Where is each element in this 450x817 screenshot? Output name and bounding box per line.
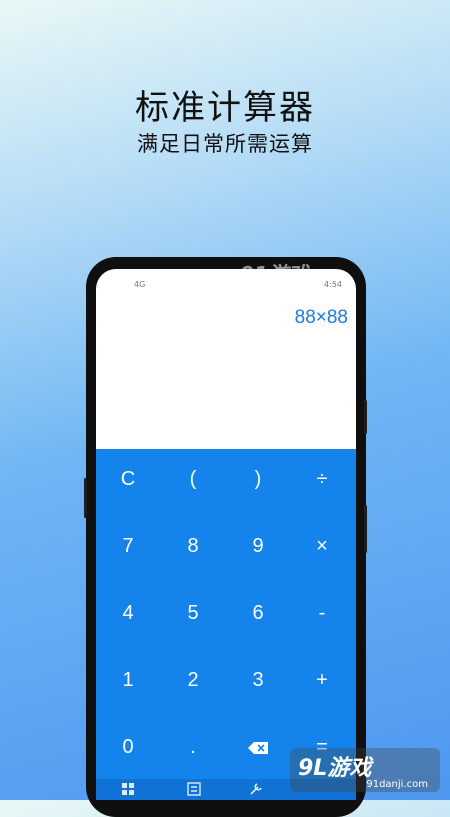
phone-side-button	[364, 400, 367, 434]
expression-display: 88×88	[294, 307, 348, 328]
key-multiply[interactable]: ×	[290, 520, 354, 572]
key-minus[interactable]: -	[290, 587, 354, 639]
key-7[interactable]: 7	[96, 520, 160, 572]
key-6[interactable]: 6	[226, 587, 290, 639]
key-decimal[interactable]: .	[161, 721, 225, 773]
tools-icon[interactable]	[248, 782, 264, 798]
calculator-icon[interactable]	[120, 782, 136, 798]
key-4[interactable]: 4	[96, 587, 160, 639]
key-plus[interactable]: +	[290, 654, 354, 706]
key-1[interactable]: 1	[96, 654, 160, 706]
key-3[interactable]: 3	[226, 654, 290, 706]
status-time: 4:54	[324, 280, 342, 289]
key-divide[interactable]: ÷	[290, 453, 354, 505]
phone-side-button	[84, 478, 87, 518]
phone-screen: 4G 4:54 88×88 C ( ) ÷ 7 8 9 × 4 5 6 - 1 …	[96, 269, 356, 800]
watermark-url: 91danji.com	[366, 779, 428, 790]
key-9[interactable]: 9	[226, 520, 290, 572]
key-backspace[interactable]	[226, 721, 290, 773]
phone-side-button	[364, 505, 367, 553]
scientific-icon[interactable]	[186, 782, 202, 798]
key-close-paren[interactable]: )	[226, 453, 290, 505]
watermark-brand: 9L游戏	[298, 756, 372, 781]
backspace-icon	[248, 741, 268, 754]
key-5[interactable]: 5	[161, 587, 225, 639]
key-open-paren[interactable]: (	[161, 453, 225, 505]
status-bar: 4G 4:54	[96, 279, 356, 293]
promo-title: 标准计算器	[135, 88, 315, 128]
signal-indicator: 4G	[134, 280, 146, 289]
watermark-badge: 9L游戏 91danji.com	[290, 748, 440, 792]
promo-subtitle: 满足日常所需运算	[137, 132, 313, 156]
key-8[interactable]: 8	[161, 520, 225, 572]
key-0[interactable]: 0	[96, 721, 160, 773]
key-2[interactable]: 2	[161, 654, 225, 706]
watermark-top: 91游戏	[240, 262, 308, 286]
key-clear[interactable]: C	[96, 453, 160, 505]
